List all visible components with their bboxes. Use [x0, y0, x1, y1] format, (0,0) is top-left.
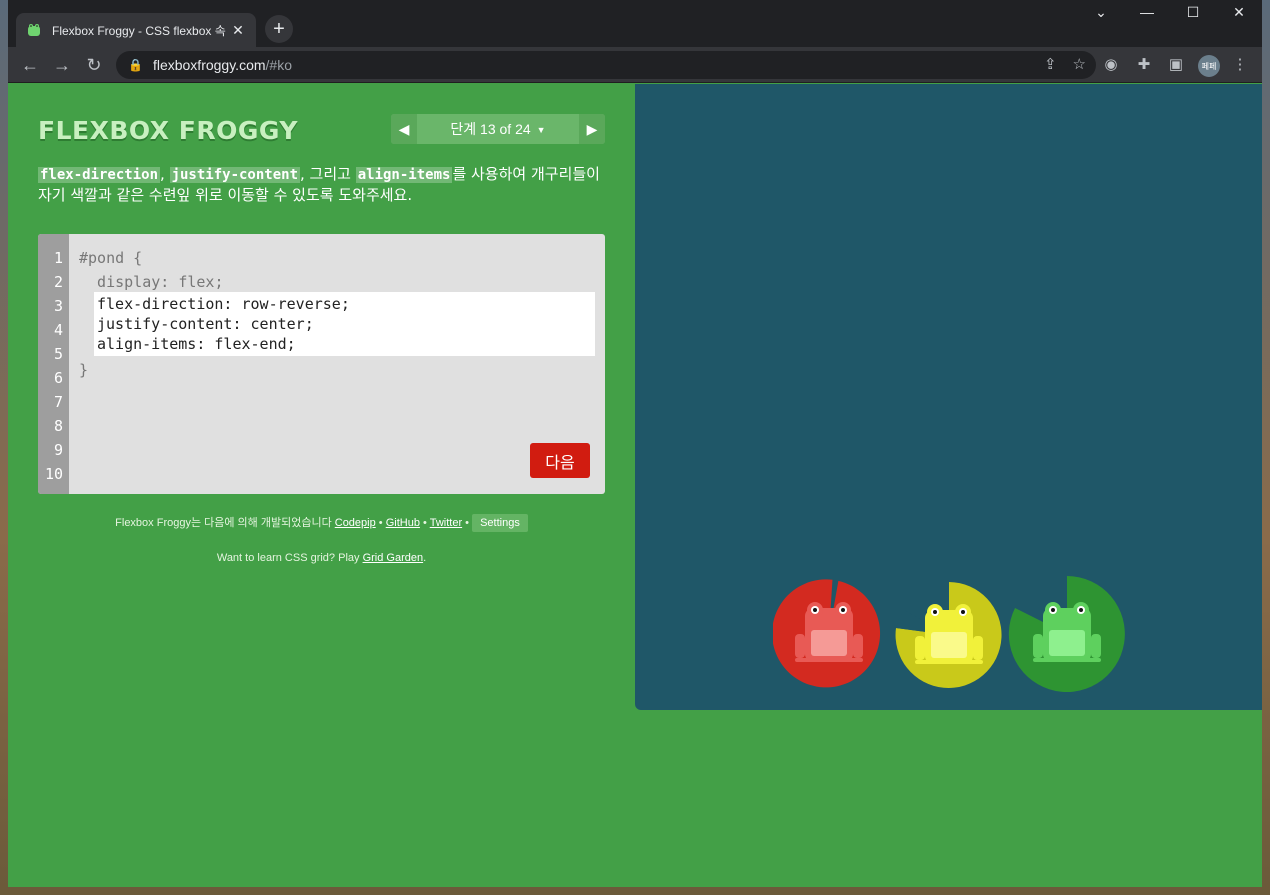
tab-close-icon[interactable]: ✕	[230, 22, 246, 39]
next-level-arrow-button[interactable]: ▶	[579, 114, 605, 144]
next-button[interactable]: 다음	[530, 443, 590, 478]
frog-favicon-icon	[28, 24, 40, 36]
sidebar: FLEXBOX FROGGY ◀ 단계 13 of 24 ▼ ▶ flex-dir…	[38, 84, 605, 887]
tab-search-icon[interactable]: ⌄	[1086, 4, 1116, 21]
share-icon[interactable]: ⇪	[1044, 55, 1057, 73]
codepip-link[interactable]: Codepip	[335, 517, 376, 529]
instructions-sep1: ,	[160, 165, 170, 183]
browser-window: Flexbox Froggy - CSS flexbox 속 ✕ + ⌄ — ☐…	[8, 0, 1262, 887]
level-navigation: ◀ 단계 13 of 24 ▼ ▶	[391, 114, 605, 144]
twitter-link[interactable]: Twitter	[430, 517, 462, 529]
line-number-gutter: 1 2 3 4 5 6 7 8 9 10	[38, 234, 69, 494]
back-icon[interactable]: ←	[18, 53, 42, 77]
input-line-1: flex-direction: row-reverse;	[97, 295, 350, 313]
code-justify-content: justify-content	[169, 167, 300, 183]
line-number: 4	[53, 321, 63, 339]
input-line-3: align-items: flex-end;	[97, 335, 296, 353]
extensions-icon[interactable]: ✚	[1133, 54, 1155, 76]
avatar[interactable]: 페페	[1198, 55, 1220, 77]
grid-garden-promo: Want to learn CSS grid? Play Grid Garden…	[38, 552, 605, 564]
grid-prefix: Want to learn CSS grid? Play	[216, 552, 363, 564]
prev-level-button[interactable]: ◀	[391, 114, 417, 144]
url-host: flexboxfroggy.com	[152, 57, 266, 73]
credits-prefix: Flexbox Froggy는 다음에 의해 개발되었습니다	[115, 517, 335, 529]
code-flex-direction: flex-direction	[38, 167, 161, 183]
bullet: •	[462, 517, 473, 529]
bullet: •	[375, 517, 386, 529]
grid-suffix: .	[423, 552, 427, 564]
line-number: 5	[53, 345, 63, 363]
line-number: 3	[53, 297, 63, 315]
pond	[635, 84, 1262, 710]
code-line-1: #pond {	[79, 249, 143, 267]
camera-icon[interactable]: ◉	[1100, 54, 1122, 76]
green-lilypad	[1008, 576, 1125, 692]
line-number: 9	[53, 441, 63, 459]
code-static: #pond { display: flex;	[79, 246, 224, 294]
github-link[interactable]: GitHub	[386, 517, 420, 529]
line-number: 2	[53, 273, 63, 291]
credits: Flexbox Froggy는 다음에 의해 개발되었습니다 Codepip •…	[38, 514, 605, 532]
grid-garden-link[interactable]: Grid Garden	[363, 552, 424, 564]
red-lilypad	[773, 579, 881, 688]
code-input[interactable]: flex-direction: row-reverse; justify-con…	[94, 292, 595, 356]
code-align-items: align-items	[355, 167, 453, 183]
logo: FLEXBOX FROGGY	[38, 116, 298, 145]
line-number: 1	[53, 249, 63, 267]
bookmark-star-icon[interactable]: ☆	[1073, 55, 1086, 73]
settings-button[interactable]: Settings	[472, 514, 528, 532]
browser-tab[interactable]: Flexbox Froggy - CSS flexbox 속 ✕	[16, 13, 256, 47]
address-bar[interactable]: 🔒 flexboxfroggy.com/#ko ⇪ ☆	[116, 51, 1096, 79]
tab-strip: Flexbox Froggy - CSS flexbox 속 ✕ + ⌄ — ☐…	[8, 0, 1262, 47]
menu-icon[interactable]: ⋮	[1229, 54, 1251, 76]
line-number: 7	[53, 393, 63, 411]
forward-icon[interactable]: →	[50, 53, 74, 77]
maximize-button[interactable]: ☐	[1178, 4, 1208, 21]
level-label: 단계 13 of 24	[450, 121, 531, 137]
new-tab-button[interactable]: +	[265, 15, 293, 43]
tab-title: Flexbox Froggy - CSS flexbox 속	[52, 23, 226, 38]
caret-down-icon: ▼	[536, 125, 546, 136]
yellow-lilypad	[895, 582, 1002, 688]
page-content: FLEXBOX FROGGY ◀ 단계 13 of 24 ▼ ▶ flex-dir…	[8, 84, 1262, 887]
browser-toolbar: ← → ↻ 🔒 flexboxfroggy.com/#ko ⇪ ☆ ◉ ✚ ▣ …	[8, 47, 1262, 83]
code-editor: 1 2 3 4 5 6 7 8 9 10 #pond { display: fl…	[38, 234, 605, 494]
bullet: •	[419, 517, 430, 529]
side-panel-icon[interactable]: ▣	[1165, 54, 1187, 76]
line-number: 6	[53, 369, 63, 387]
instructions: flex-direction, justify-content, 그리고 ali…	[38, 164, 605, 205]
line-number: 8	[53, 417, 63, 435]
level-indicator[interactable]: 단계 13 of 24 ▼	[417, 119, 579, 139]
input-line-2: justify-content: center;	[97, 315, 314, 333]
code-close-brace: }	[79, 361, 89, 379]
url-path: /#ko	[265, 57, 292, 73]
reload-icon[interactable]: ↻	[82, 53, 106, 77]
line-number: 10	[44, 465, 63, 483]
code-line-2: display: flex;	[79, 273, 224, 291]
instructions-sep2: , 그리고	[300, 165, 356, 183]
lock-icon: 🔒	[128, 58, 143, 72]
minimize-button[interactable]: —	[1132, 4, 1162, 20]
close-window-button[interactable]: ✕	[1224, 4, 1254, 21]
